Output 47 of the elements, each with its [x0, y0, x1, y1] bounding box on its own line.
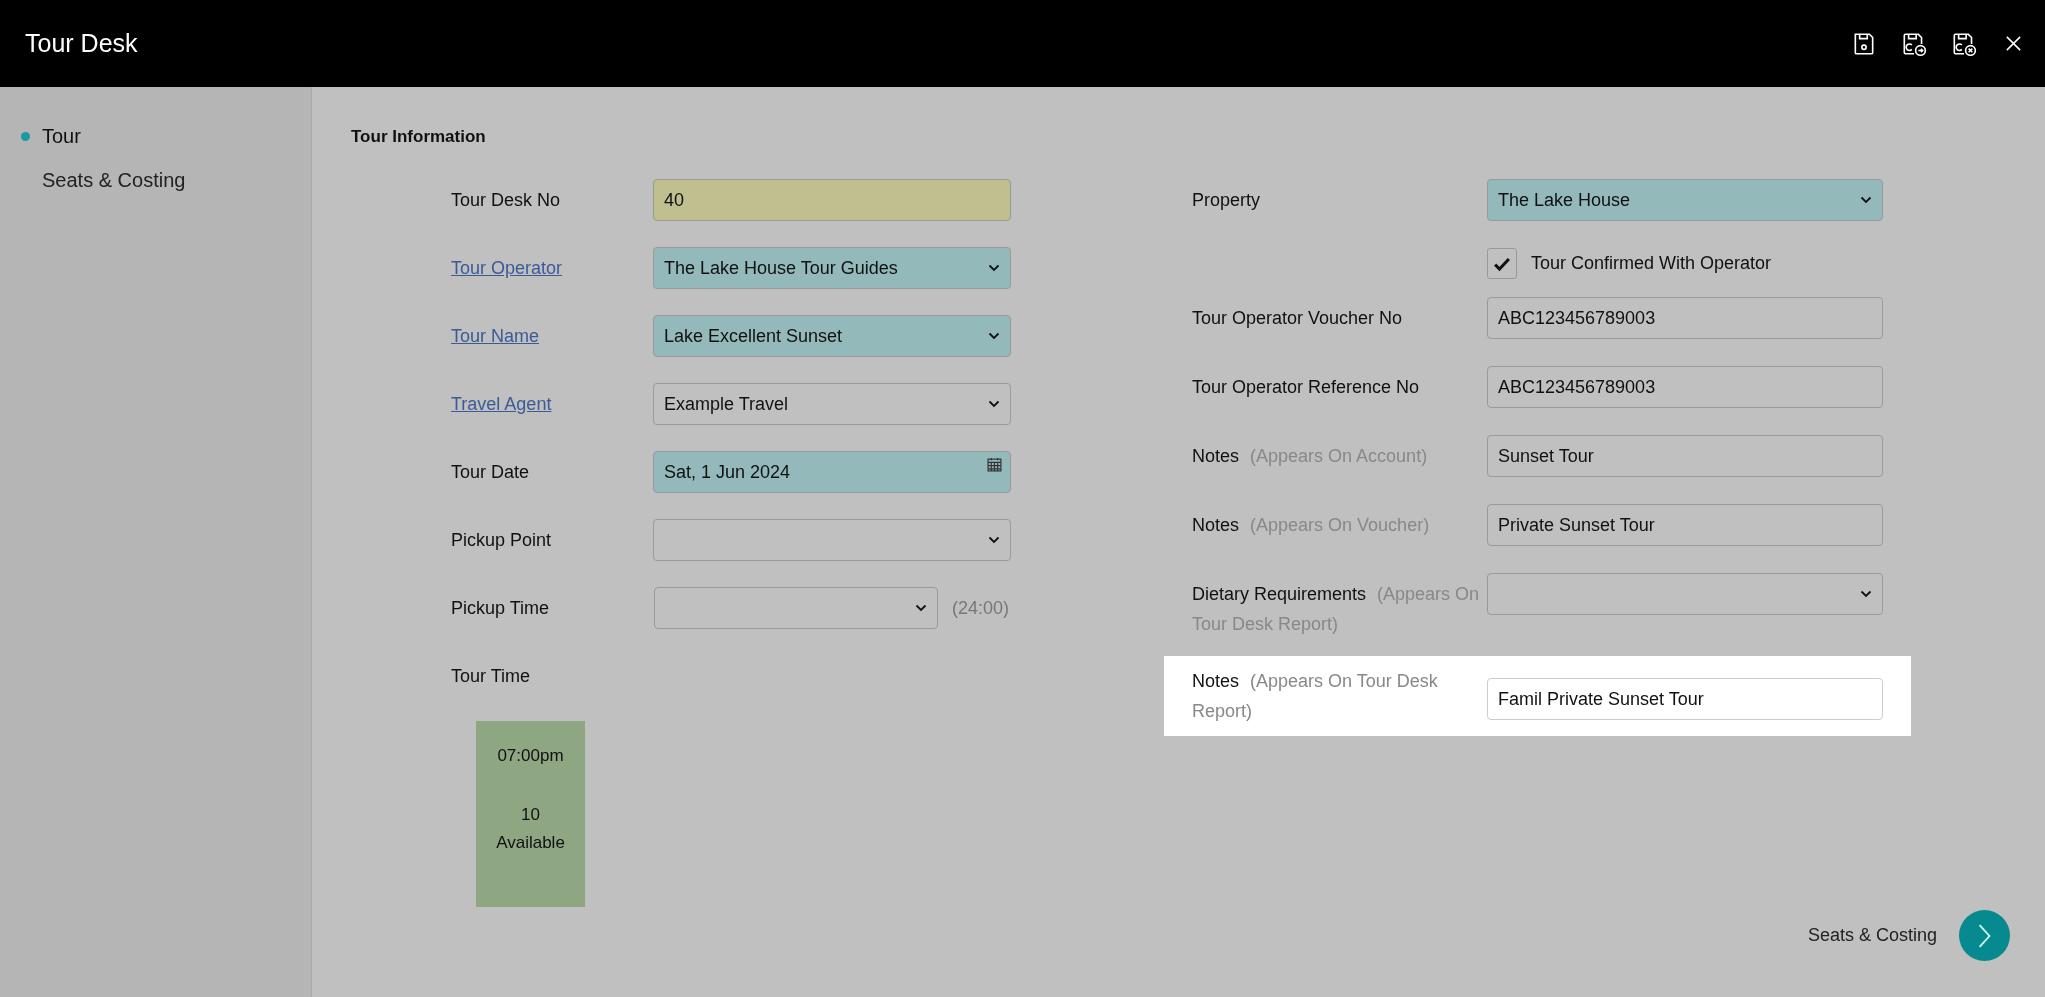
close-icon[interactable] — [2004, 34, 2023, 53]
field-label: Tour Date — [451, 461, 530, 483]
slot-time: 07:00pm — [497, 746, 564, 766]
field-label: Tour Operator Reference No — [1192, 376, 1420, 399]
input-field[interactable]: Famil Private Sunset Tour — [1487, 678, 1883, 720]
time-slot-card[interactable]: 07:00pm 10 Available — [476, 721, 585, 907]
chevron-down-icon — [988, 264, 1000, 272]
sidebar-item[interactable]: Tour — [42, 125, 81, 148]
field-link[interactable]: Travel Agent — [451, 393, 552, 415]
field-link[interactable]: Tour Name — [451, 325, 540, 347]
field-label: Notes (Appears On Tour Desk Report) — [1192, 670, 1439, 723]
time-format-hint: (24:00) — [952, 597, 1010, 619]
checkbox[interactable] — [1487, 248, 1517, 279]
field-label: Tour Time — [451, 665, 531, 687]
checkbox-label[interactable]: Tour Confirmed With Operator — [1531, 253, 1772, 274]
chevron-down-icon — [1860, 196, 1872, 204]
next-step-label[interactable]: Seats & Costing — [1807, 925, 1937, 946]
input-field[interactable]: ABC123456789003 — [1487, 366, 1883, 408]
chevron-down-icon — [988, 332, 1000, 340]
field-label: Pickup Point — [451, 529, 552, 551]
dropdown[interactable]: The Lake House Tour Guides — [653, 247, 1011, 289]
dropdown[interactable]: Lake Excellent Sunset — [653, 315, 1011, 357]
sidebar-item[interactable]: Seats & Costing — [42, 169, 186, 192]
field-label: Pickup Time — [451, 597, 550, 619]
field-label: Tour Operator Voucher No — [1192, 307, 1403, 330]
input-field[interactable]: Sunset Tour — [1487, 435, 1883, 477]
date-field[interactable]: Sat, 1 Jun 2024 — [653, 451, 1011, 493]
field-label: Property — [1192, 189, 1261, 212]
chevron-down-icon — [988, 400, 1000, 408]
field-label: Notes (Appears On Voucher) — [1192, 514, 1430, 537]
chevron-down-icon — [1860, 590, 1872, 598]
window-title: Tour Desk — [25, 29, 138, 58]
dropdown[interactable]: Example Travel — [653, 383, 1011, 425]
field-label: Notes (Appears On Account) — [1192, 445, 1428, 468]
input-field[interactable]: ABC123456789003 — [1487, 297, 1883, 339]
seat-count: 10 — [521, 805, 540, 825]
chevron-down-icon — [988, 536, 1000, 544]
calendar-icon — [987, 457, 1002, 472]
input-field[interactable]: 40 — [653, 179, 1011, 221]
chevron-down-icon — [915, 604, 927, 612]
input-field[interactable]: Private Sunset Tour — [1487, 504, 1883, 546]
field-link[interactable]: Tour Operator — [451, 257, 563, 279]
availability-text: Available — [496, 833, 565, 853]
section-title: Tour Information — [351, 126, 487, 148]
field-label: Dietary Requirements (Appears On Tour Desk Report) — [1192, 583, 1481, 636]
dropdown[interactable]: The Lake House — [1487, 179, 1883, 221]
field-label: Tour Desk No — [451, 189, 561, 211]
